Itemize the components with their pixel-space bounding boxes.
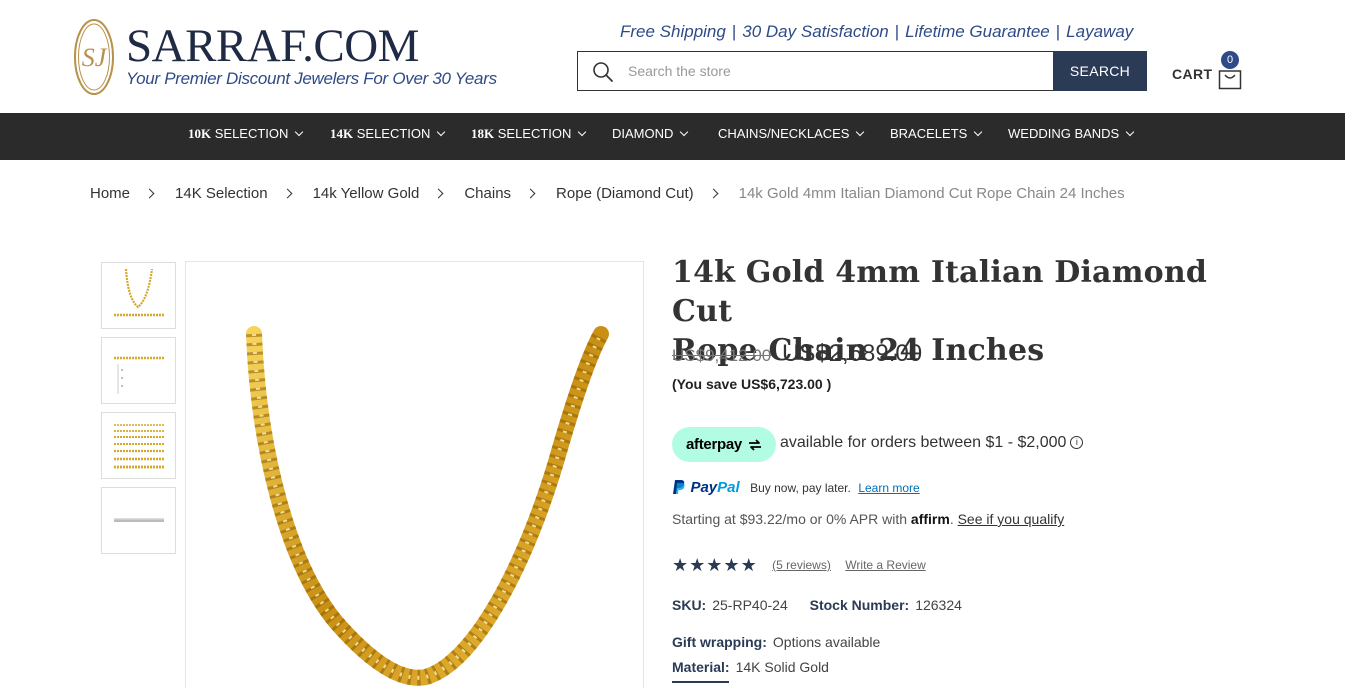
chevron-right-icon [144, 188, 155, 199]
nav-chains-necklaces[interactable]: CHAINS/NECKLACES [718, 113, 865, 160]
info-icon[interactable]: i [1070, 436, 1084, 450]
chevron-down-icon [295, 127, 304, 137]
star-icon: ★ [740, 555, 757, 575]
chain-thumbnail-image [114, 268, 164, 317]
affirm-logo: affirm [910, 511, 950, 527]
logo-title[interactable]: SARRAF.COM [126, 20, 419, 72]
star-icon: ★ [672, 555, 689, 575]
thumbnail-1[interactable] [101, 262, 176, 329]
chevron-right-icon [525, 188, 536, 199]
gift-wrapping-row: Gift wrapping: Options available [672, 634, 880, 650]
nav-wedding-bands[interactable]: WEDDING BANDS [1008, 113, 1135, 160]
afterpay-badge[interactable]: afterpay [672, 427, 776, 462]
chain-sizes-thumbnail-image [114, 424, 164, 469]
search-box: SEARCH [577, 51, 1147, 91]
nav-10k-selection[interactable]: 10K SELECTION [188, 113, 304, 160]
affirm-qualify-link[interactable]: See if you qualify [958, 511, 1065, 527]
affirm-message: Starting at $93.22/mo or 0% APR with aff… [672, 511, 1065, 527]
main-nav: 10K SELECTION 14K SELECTION 18K SELECTIO… [0, 113, 1345, 160]
stock-number-label: Stock Number: [809, 597, 910, 613]
breadcrumb-14k-selection[interactable]: 14K Selection [175, 185, 268, 202]
paypal-text: Buy now, pay later. [750, 481, 851, 495]
star-icon: ★ [689, 555, 706, 575]
chevron-down-icon [680, 127, 689, 137]
thumbnail-3[interactable] [101, 412, 176, 479]
nav-bracelets[interactable]: BRACELETS [890, 113, 983, 160]
paypal-icon [673, 480, 685, 494]
breadcrumb-chains[interactable]: Chains [464, 185, 511, 202]
rope-chain-image [246, 326, 609, 686]
length-chart-thumbnail-image [114, 356, 164, 394]
chevron-right-icon [282, 188, 293, 199]
thumbnail-4[interactable] [101, 487, 176, 554]
product-rating: ★★★★★ (5 reviews) Write a Review [672, 556, 926, 576]
sku-label: SKU: [672, 597, 707, 613]
paypal-learn-more-link[interactable]: Learn more [858, 481, 919, 495]
cart-count-badge: 0 [1221, 51, 1239, 69]
site-header: SJ SARRAF.COM Your Premier Discount Jewe… [0, 0, 1345, 113]
search-icon [593, 62, 613, 82]
search-button[interactable]: SEARCH [1053, 51, 1147, 91]
material-value: 14K Solid Gold [735, 659, 829, 675]
afterpay-arrows-icon [749, 439, 761, 451]
savings-text: (You save US$6,723.00 ) [672, 376, 832, 392]
chevron-down-icon [1125, 127, 1135, 137]
chevron-right-icon [433, 188, 444, 199]
chevron-down-icon [856, 127, 865, 137]
chevron-down-icon [974, 127, 983, 137]
sku-row: SKU: 25-RP40-24 Stock Number: 126324 [672, 597, 962, 613]
reviews-link[interactable]: (5 reviews) [772, 558, 831, 572]
promo-free-shipping[interactable]: Free Shipping [620, 22, 726, 41]
paypal-message: PayPal Buy now, pay later. Learn more [672, 479, 920, 499]
svg-text:SJ: SJ [82, 43, 108, 72]
breadcrumb-current: 14k Gold 4mm Italian Diamond Cut Rope Ch… [738, 185, 1125, 202]
thumbnail-2[interactable] [101, 337, 176, 404]
promo-layaway[interactable]: Layaway [1066, 22, 1133, 41]
breadcrumb: Home 14K Selection 14k Yellow Gold Chains Ro… [90, 185, 1125, 202]
product-main-image[interactable] [185, 261, 644, 688]
nav-diamond[interactable]: DIAMOND [612, 113, 689, 160]
gift-wrapping-label: Gift wrapping: [672, 634, 767, 650]
promo-guarantee[interactable]: Lifetime Guarantee [905, 22, 1050, 41]
afterpay-logo: afterpay [686, 436, 742, 453]
afterpay-info: available for orders between $1 - $2,000… [780, 434, 1084, 452]
stock-number-value: 126324 [915, 597, 962, 613]
material-label[interactable]: Material: [672, 659, 730, 675]
search-input[interactable] [628, 52, 1048, 90]
logo-tagline: Your Premier Discount Jewelers For Over … [126, 69, 497, 88]
material-tab-underline [672, 681, 729, 683]
promo-satisfaction[interactable]: 30 Day Satisfaction [742, 22, 888, 41]
breadcrumb-home[interactable]: Home [90, 185, 130, 202]
nav-18k-selection[interactable]: 18K SELECTION [471, 113, 587, 160]
paypal-logo: PayPal [690, 479, 740, 496]
affirm-text: Starting at $93.22/mo or 0% APR with [672, 511, 908, 527]
nav-14k-selection[interactable]: 14K SELECTION [330, 113, 446, 160]
material-row: Material: 14K Solid Gold [672, 659, 829, 675]
gift-wrapping-value: Options available [772, 634, 881, 650]
sku-value: 25-RP40-24 [712, 597, 788, 613]
star-icon: ★ [706, 555, 723, 575]
write-review-link[interactable]: Write a Review [845, 558, 925, 572]
chevron-down-icon [437, 127, 446, 137]
clasp-thumbnail-image [114, 518, 164, 522]
price-sale: US$2,689.00 [782, 340, 923, 367]
logo-monogram-icon[interactable]: SJ [72, 16, 116, 98]
breadcrumb-14k-yellow-gold[interactable]: 14k Yellow Gold [313, 185, 420, 202]
promo-bar: Free Shipping | 30 Day Satisfaction | Lifeti… [620, 22, 1134, 41]
chevron-right-icon [708, 188, 719, 199]
star-icon: ★ [723, 555, 740, 575]
chevron-down-icon [578, 127, 587, 137]
breadcrumb-rope-diamond-cut[interactable]: Rope (Diamond Cut) [556, 185, 694, 202]
cart-label: CART [1172, 66, 1213, 82]
price-original: US$9,412.00 [672, 346, 772, 365]
